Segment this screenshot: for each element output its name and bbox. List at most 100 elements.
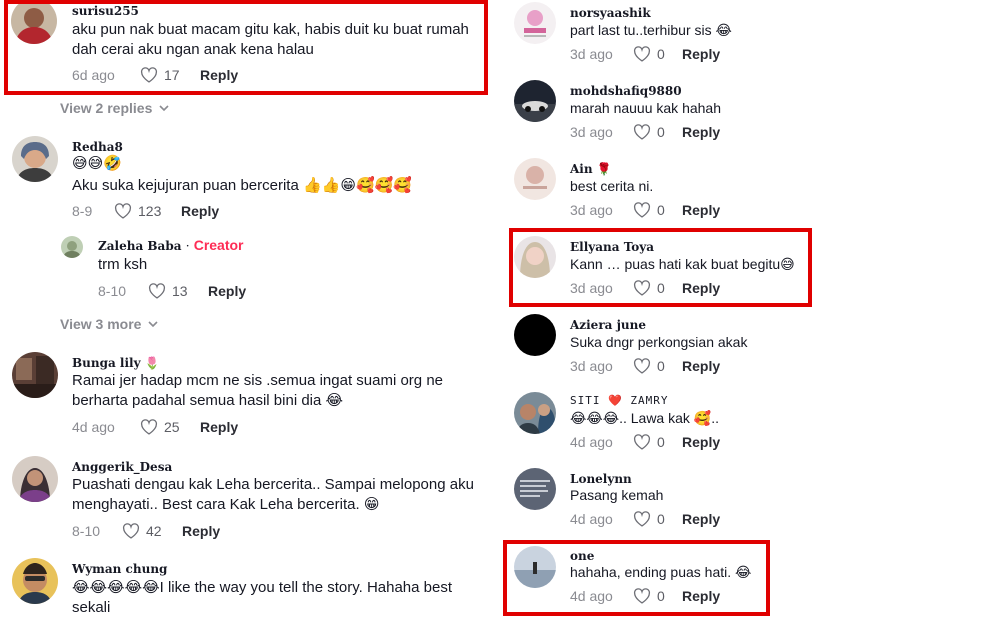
reply-button[interactable]: Reply bbox=[181, 203, 219, 219]
comment-meta: 4d ago 25 Reply bbox=[72, 418, 238, 436]
reply-button[interactable]: Reply bbox=[182, 523, 220, 539]
username-text: Bunga lily bbox=[72, 356, 141, 370]
comment-text: Kann … puas hati kak buat begitu😅 bbox=[570, 256, 795, 272]
reply-button[interactable]: Reply bbox=[682, 46, 720, 62]
left-comment-column: surisu255 aku pun nak buat macam gitu ka… bbox=[0, 0, 500, 623]
like-button[interactable]: 17 bbox=[140, 67, 200, 83]
comment-username[interactable]: Wyman chung bbox=[72, 562, 167, 576]
comment-meta: 3d ago 0 Reply bbox=[570, 279, 720, 297]
avatar[interactable] bbox=[514, 468, 556, 510]
avatar[interactable] bbox=[11, 0, 57, 44]
reply-button[interactable]: Reply bbox=[200, 67, 238, 83]
avatar[interactable] bbox=[12, 352, 58, 398]
comment-meta: 3d ago 0 Reply bbox=[570, 45, 720, 63]
reply-button[interactable]: Reply bbox=[200, 419, 238, 435]
comment-meta: 4d ago 0 Reply bbox=[570, 587, 720, 605]
avatar[interactable] bbox=[12, 558, 58, 604]
reply-button[interactable]: Reply bbox=[208, 283, 246, 299]
like-count: 0 bbox=[657, 280, 665, 296]
reply-button[interactable]: Reply bbox=[682, 124, 720, 140]
username-text: Ain bbox=[570, 162, 593, 176]
comment-username[interactable]: norsyaashik bbox=[570, 6, 651, 20]
heart-outline-icon bbox=[633, 280, 651, 296]
like-button[interactable]: 42 bbox=[122, 523, 182, 539]
like-count: 0 bbox=[657, 511, 665, 527]
reply-username-text: Zaleha Baba bbox=[98, 239, 182, 253]
avatar[interactable] bbox=[12, 136, 58, 182]
comment-item: norsyaashik part last tu..terhibur sis 😂… bbox=[500, 0, 1000, 76]
like-count: 0 bbox=[657, 46, 665, 62]
avatar[interactable] bbox=[514, 236, 556, 278]
comment-text: Puashati dengau kak Leha bercerita.. Sam… bbox=[72, 476, 474, 513]
right-comment-column: norsyaashik part last tu..terhibur sis 😂… bbox=[500, 0, 1000, 623]
avatar[interactable] bbox=[514, 158, 556, 200]
like-count: 0 bbox=[657, 588, 665, 604]
like-button[interactable]: 0 bbox=[633, 588, 682, 604]
comment-meta: 8-9 123 Reply bbox=[72, 202, 219, 220]
reply-button[interactable]: Reply bbox=[682, 202, 720, 218]
comment-item: Lonelynn Pasang kemah 4d ago 0 Reply bbox=[500, 468, 1000, 544]
avatar[interactable] bbox=[514, 2, 556, 44]
like-button[interactable]: 0 bbox=[633, 46, 682, 62]
chevron-down-icon bbox=[148, 321, 159, 328]
avatar[interactable] bbox=[514, 546, 556, 588]
like-count: 42 bbox=[146, 523, 162, 539]
comment-username[interactable]: Ain 🌹 bbox=[570, 162, 612, 176]
comment-item: Redha8 😅😅🤣 Aku suka kejujuran puan berce… bbox=[0, 130, 500, 225]
comment-date: 8-10 bbox=[72, 523, 101, 539]
view-replies-button[interactable]: View 2 replies bbox=[60, 100, 170, 116]
comment-date: 4d ago bbox=[570, 588, 613, 604]
reply-username[interactable]: Zaleha Baba · Creator bbox=[98, 238, 244, 253]
comment-text: part last tu..terhibur sis 😂 bbox=[570, 22, 732, 38]
heart-outline-icon bbox=[148, 283, 166, 299]
separator: · bbox=[185, 239, 190, 253]
comment-date: 6d ago bbox=[72, 67, 115, 83]
avatar[interactable] bbox=[514, 80, 556, 122]
like-button[interactable]: 0 bbox=[633, 202, 682, 218]
comment-username[interactable]: SITI ❤️ ZAMRY bbox=[570, 394, 669, 408]
like-button[interactable]: 25 bbox=[140, 419, 200, 435]
like-count: 17 bbox=[164, 67, 180, 83]
like-button[interactable]: 0 bbox=[633, 358, 682, 374]
like-count: 0 bbox=[657, 434, 665, 450]
heart-outline-icon bbox=[633, 202, 651, 218]
heart-outline-icon bbox=[114, 203, 132, 219]
like-count: 0 bbox=[657, 358, 665, 374]
comment-item: Anggerik_Desa Puashati dengau kak Leha b… bbox=[0, 452, 500, 552]
comment-username[interactable]: Redha8 bbox=[72, 140, 123, 154]
reply-button[interactable]: Reply bbox=[682, 434, 720, 450]
comment-text: aku pun nak buat macam gitu kak, habis d… bbox=[72, 21, 469, 58]
like-button[interactable]: 0 bbox=[633, 434, 682, 450]
comment-username[interactable]: mohdshafiq9880 bbox=[570, 84, 682, 98]
avatar[interactable] bbox=[61, 236, 83, 258]
comment-username[interactable]: Bunga lily 🌷 bbox=[72, 356, 160, 370]
reply-button[interactable]: Reply bbox=[682, 511, 720, 527]
like-button[interactable]: 13 bbox=[148, 283, 208, 299]
comment-username[interactable]: Ellyana Toya bbox=[570, 240, 654, 254]
comment-meta: 3d ago 0 Reply bbox=[570, 357, 720, 375]
comment-item: SITI ❤️ ZAMRY 😂😂😂.. Lawa kak 🥰.. 4d ago … bbox=[500, 390, 1000, 466]
comment-username[interactable]: surisu255 bbox=[72, 4, 139, 18]
avatar[interactable] bbox=[12, 456, 58, 502]
like-button[interactable]: 0 bbox=[633, 511, 682, 527]
avatar[interactable] bbox=[514, 392, 556, 434]
comment-item: Ain 🌹 best cerita ni. 3d ago 0 Reply bbox=[500, 156, 1000, 232]
comment-text: Pasang kemah bbox=[570, 487, 664, 503]
avatar[interactable] bbox=[514, 314, 556, 356]
reply-button[interactable]: Reply bbox=[682, 280, 720, 296]
comment-username[interactable]: Lonelynn bbox=[570, 472, 632, 486]
like-button[interactable]: 0 bbox=[633, 280, 682, 296]
like-button[interactable]: 123 bbox=[114, 203, 181, 219]
comment-username[interactable]: one bbox=[570, 549, 594, 563]
reply-item: Zaleha Baba · Creator trm ksh 8-10 13 Re… bbox=[0, 232, 500, 304]
like-button[interactable]: 0 bbox=[633, 124, 682, 140]
comment-username[interactable]: Anggerik_Desa bbox=[72, 460, 172, 474]
comment-date: 8-9 bbox=[72, 203, 93, 219]
comment-date: 3d ago bbox=[570, 280, 613, 296]
chevron-down-icon bbox=[159, 105, 169, 112]
reply-button[interactable]: Reply bbox=[682, 588, 720, 604]
view-more-replies-button[interactable]: View 3 more bbox=[60, 316, 159, 332]
comment-meta: 6d ago 17 Reply bbox=[72, 66, 238, 84]
comment-username[interactable]: Aziera june bbox=[570, 318, 646, 332]
reply-button[interactable]: Reply bbox=[682, 358, 720, 374]
